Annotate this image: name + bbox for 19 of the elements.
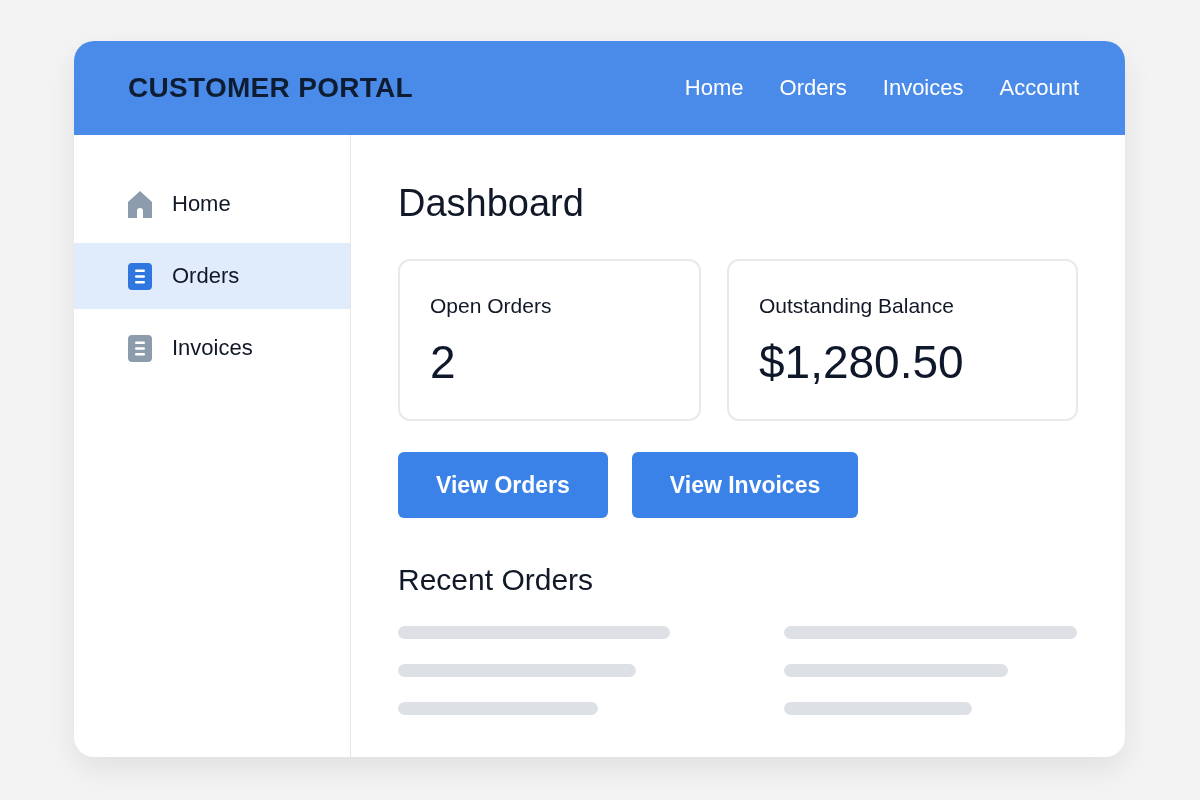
stat-value: 2 [430,335,456,389]
nav-link[interactable]: Home [684,75,744,101]
document-icon [128,334,152,362]
section-title: Recent Orders [398,562,594,598]
nav-link[interactable]: Orders [779,75,847,101]
action-button[interactable]: View Orders [398,452,608,518]
action-button[interactable]: View Invoices [631,452,859,518]
sidebar-item[interactable]: Home [74,171,350,237]
stat-value: $1,280.50 [759,335,964,389]
document-icon [128,262,152,290]
sidebar-item[interactable]: Orders [74,243,350,309]
nav-link[interactable]: Account [999,75,1079,101]
sidebar-item[interactable]: Invoices [74,315,350,381]
home-icon [128,190,152,218]
stat-label: Open Orders [430,293,552,319]
portal-title: CUSTOMER PORTAL [128,72,414,104]
stat-label: Outstanding Balance [759,293,954,319]
page-title: Dashboard [398,181,584,226]
nav-link[interactable]: Invoices [882,75,964,101]
